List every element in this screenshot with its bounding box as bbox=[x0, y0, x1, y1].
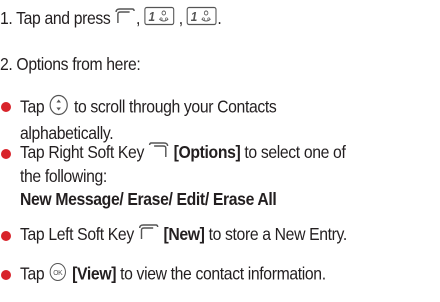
bullet-dot bbox=[1, 270, 11, 280]
instruction-page: 1. Tap and press , 1 , 1 . 2. Options fr… bbox=[0, 0, 440, 302]
ok-key-icon: OK bbox=[48, 262, 68, 288]
number-one-key-icon: 1 bbox=[144, 6, 175, 32]
step-1: 1. Tap and press , 1 , 1 . bbox=[0, 6, 222, 32]
key-1-label: 1 bbox=[149, 10, 156, 25]
ok-label: OK bbox=[54, 269, 64, 277]
right-soft-key-icon bbox=[148, 141, 170, 165]
navigation-key-icon bbox=[48, 94, 70, 122]
bullet-dot bbox=[1, 102, 11, 112]
number-one-key-icon: 1 bbox=[187, 6, 218, 32]
step-2: 2. Options from here: bbox=[0, 54, 141, 74]
bullet-dot bbox=[1, 149, 11, 159]
bullet-dot bbox=[1, 231, 11, 241]
left-soft-key-icon bbox=[114, 7, 136, 31]
key-1-label: 1 bbox=[191, 10, 198, 25]
step-1-prefix: 1. Tap and press bbox=[0, 8, 111, 28]
left-soft-key-icon bbox=[138, 223, 160, 247]
